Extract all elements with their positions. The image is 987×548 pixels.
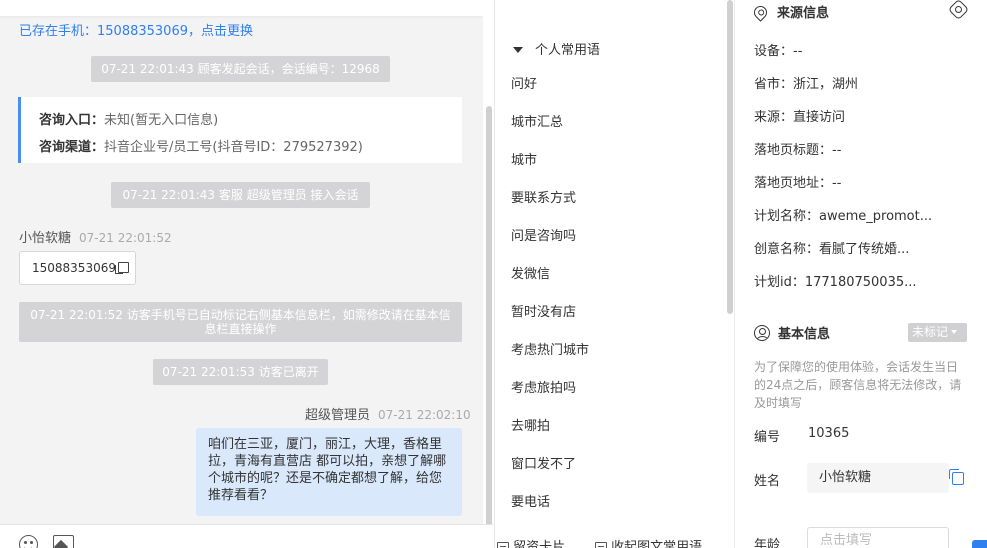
source-info-title: 来源信息 <box>777 6 830 21</box>
mark-dropdown[interactable]: 未标记 <box>908 323 967 342</box>
consult-info-card: 咨询入口：未知(暂无入口信息) 咨询渠道：抖音企业号/员工号(抖音号ID：279… <box>18 97 462 163</box>
location-pin-icon <box>751 3 770 22</box>
name-field[interactable]: 小怡软糖 <box>807 463 949 493</box>
visitor-name: 小怡软糖 <box>19 231 72 246</box>
source-info-header: 来源信息 <box>751 2 830 22</box>
consult-entry-row: 咨询入口：未知(暂无入口信息) <box>39 107 444 134</box>
chevron-down-icon <box>951 330 958 334</box>
visitor-sender: 小怡软糖 07-21 22:01:52 <box>19 227 172 246</box>
agent-sender: 超级管理员 07-21 22:02:10 <box>305 404 471 423</box>
collapse-icon <box>595 542 607 548</box>
mark-dropdown-label: 未标记 <box>912 325 949 339</box>
source-row-device: 设备：-- <box>754 44 803 59</box>
chat-input-toolbar <box>0 524 493 548</box>
id-label: 编号 <box>754 430 781 445</box>
phrase-group-personal[interactable]: 个人常用语 <box>513 39 600 58</box>
basic-info-header: 基本信息 <box>754 323 830 342</box>
phrase-item[interactable]: 去哪拍 <box>511 417 550 437</box>
phrases-panel: 个人常用语 问好 城市汇总 城市 要联系方式 问是咨询吗 发微信 暂时没有店 考… <box>494 0 734 548</box>
phrase-item[interactable]: 窗口发不了 <box>511 455 576 475</box>
phrases-scrollbar[interactable] <box>727 0 733 314</box>
card-icon <box>497 542 509 548</box>
system-message-start: 07-21 22:01:43 顾客发起会话，会话编号：12968 <box>91 56 390 82</box>
image-icon[interactable] <box>53 535 74 548</box>
phrase-item[interactable]: 考虑热门城市 <box>511 341 589 361</box>
phrase-item[interactable]: 发微信 <box>511 265 550 285</box>
agent-message-bubble: 咱们在三亚，厦门，丽江，大理，香格里拉，青海有直营店 都可以拍，亲想了解哪个城市… <box>196 428 462 516</box>
system-message-marked: 07-21 22:01:52 访客手机号已自动标记右侧基本信息栏，如需修改请在基… <box>19 302 462 342</box>
phrase-item[interactable]: 城市汇总 <box>511 113 563 133</box>
consult-channel-label: 咨询渠道： <box>39 140 105 155</box>
phrase-item[interactable]: 考虑旅拍吗 <box>511 379 576 399</box>
emoji-icon[interactable] <box>19 535 38 548</box>
source-row-origin: 来源：直接访问 <box>754 110 846 125</box>
copy-icon[interactable] <box>114 262 129 274</box>
consult-entry-label: 咨询入口： <box>39 113 105 128</box>
phrase-item[interactable]: 要联系方式 <box>511 189 576 209</box>
source-row-region: 省市：浙江，湖州 <box>754 77 859 92</box>
system-message-join: 07-21 22:01:43 客服 超级管理员 接入会话 <box>111 182 370 208</box>
agent-name: 超级管理员 <box>305 408 371 423</box>
action-button-edge[interactable] <box>972 540 987 548</box>
lead-card-button[interactable]: 留资卡片 <box>497 536 565 548</box>
caret-down-icon <box>513 47 523 53</box>
existing-phone-link[interactable]: 已存在手机：15088353069，点击更换 <box>19 20 253 39</box>
consult-channel-value: 抖音企业号/员工号(抖音号ID：279527392) <box>104 140 363 155</box>
info-panel: 来源信息 设备：-- 省市：浙江，湖州 来源：直接访问 落地页标题：-- 落地页… <box>734 0 987 548</box>
consult-channel-row: 咨询渠道：抖音企业号/员工号(抖音号ID：279527392) <box>39 134 444 161</box>
source-row-landing-url: 落地页地址：-- <box>754 176 842 191</box>
visitor-phone: 15088353069 <box>32 261 116 275</box>
age-field[interactable]: 点击填写 <box>807 527 949 548</box>
visitor-time: 07-21 22:01:52 <box>79 231 172 245</box>
info-edit-notice: 为了保障您的使用体验，会话发生当日的24点之后，顾客信息将无法修改，请及时填写 <box>754 360 962 410</box>
copy-icon[interactable] <box>949 469 964 485</box>
chat-scrollbar[interactable] <box>486 106 492 526</box>
name-label: 姓名 <box>754 474 781 489</box>
phrase-item[interactable]: 要电话 <box>511 493 550 513</box>
collapse-phrases-button[interactable]: 收起图文常用语 <box>595 536 702 548</box>
basic-info-title: 基本信息 <box>778 327 831 342</box>
phrases-bottom-bar: 留资卡片 收起图文常用语 <box>495 528 735 548</box>
agent-time: 07-21 22:02:10 <box>378 408 471 422</box>
chat-panel: 已存在手机：15088353069，点击更换 07-21 22:01:43 顾客… <box>0 0 483 548</box>
source-row-landing-title: 落地页标题：-- <box>754 143 842 158</box>
source-row-plan-name: 计划名称：aweme_promot... <box>754 209 933 224</box>
phrase-item[interactable]: 问好 <box>511 75 537 95</box>
phrase-item[interactable]: 城市 <box>511 151 537 171</box>
source-row-creative-name: 创意名称：看腻了传统婚... <box>754 242 910 257</box>
phrase-item[interactable]: 问是咨询吗 <box>511 227 576 247</box>
source-row-plan-id: 计划id：177180750035... <box>754 275 917 290</box>
chat-header-strip <box>0 0 483 16</box>
visitor-phone-bubble: 15088353069 <box>19 251 136 285</box>
phrase-item[interactable]: 暂时没有店 <box>511 303 576 323</box>
user-icon <box>754 325 770 341</box>
lead-card-label: 留资卡片 <box>513 540 566 548</box>
id-value: 10365 <box>808 426 850 441</box>
phrase-group-title: 个人常用语 <box>535 43 601 58</box>
collapse-phrases-label: 收起图文常用语 <box>611 540 703 548</box>
settings-icon[interactable] <box>947 0 970 21</box>
age-label: 年龄 <box>754 538 781 548</box>
consult-entry-value: 未知(暂无入口信息) <box>104 113 219 128</box>
system-message-left: 07-21 22:01:53 访客已离开 <box>153 359 328 385</box>
